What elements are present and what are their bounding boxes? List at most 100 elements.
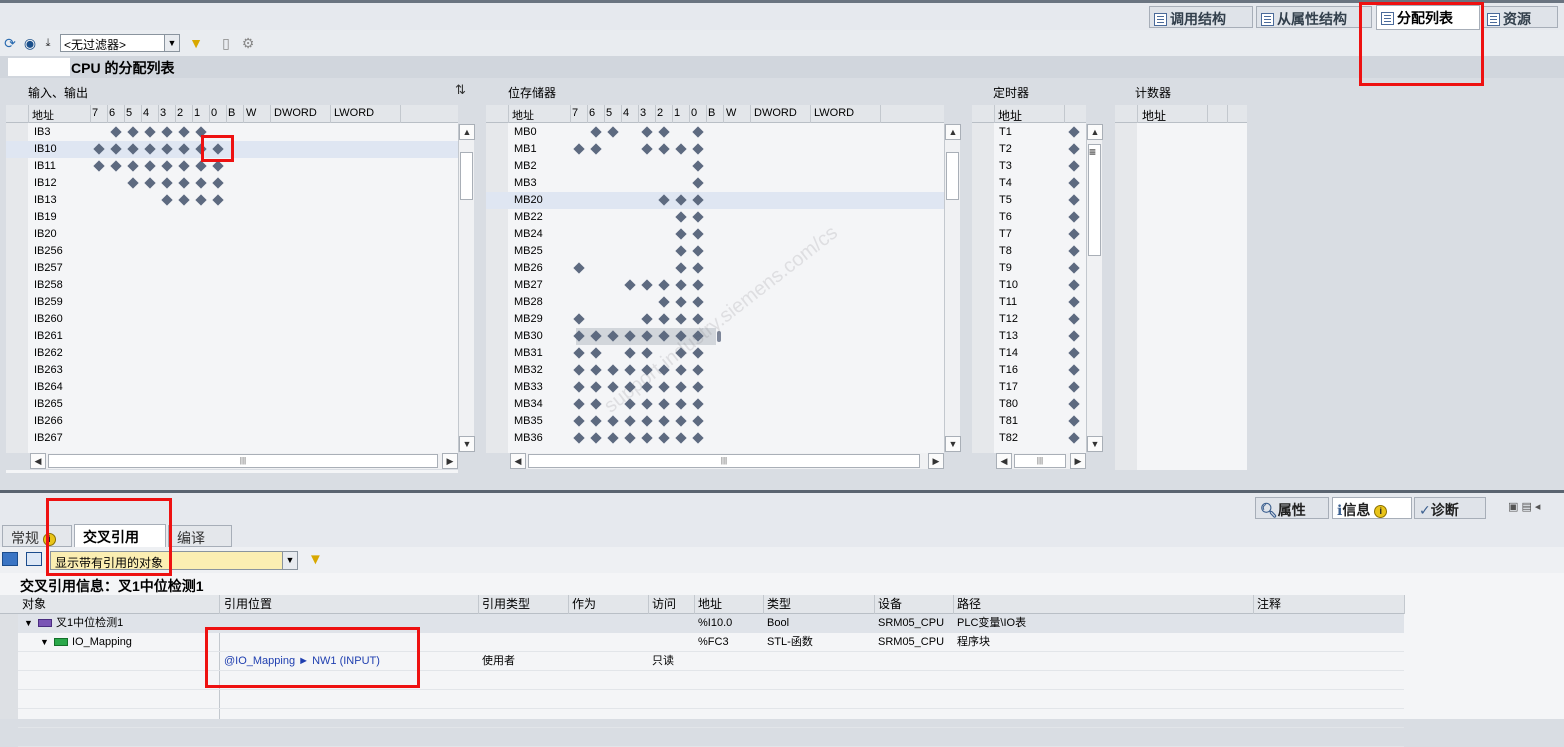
timer-assigned-icon[interactable] (1068, 296, 1080, 308)
bit-assigned-icon[interactable] (675, 381, 687, 393)
bit-assigned-icon[interactable] (692, 245, 704, 257)
scroll-thumb[interactable]: ||| (1014, 454, 1066, 468)
bit-assigned-icon[interactable] (195, 160, 207, 172)
timer-assigned-icon[interactable] (1068, 177, 1080, 189)
bit-assigned-icon[interactable] (110, 143, 122, 155)
bit-assigned-icon[interactable] (590, 381, 602, 393)
tab-info[interactable]: ℹ︎信息 i (1332, 497, 1412, 519)
bit-assigned-icon[interactable] (675, 228, 687, 240)
table-row[interactable]: IB13 (6, 192, 458, 209)
bit-assigned-icon[interactable] (212, 160, 224, 172)
table-row[interactable]: MB36 (486, 430, 944, 447)
bit-assigned-icon[interactable] (195, 177, 207, 189)
filter-icon[interactable]: ▼ (188, 35, 204, 51)
bit-assigned-icon[interactable] (178, 143, 190, 155)
bit-assigned-icon[interactable] (675, 432, 687, 444)
bit-assigned-icon[interactable] (144, 143, 156, 155)
bit-assigned-icon[interactable] (675, 279, 687, 291)
bit-assigned-icon[interactable] (178, 160, 190, 172)
scroll-right-icon[interactable]: ▶ (1070, 453, 1086, 469)
tab-dependency-structure[interactable]: 从属性结构 (1256, 6, 1372, 28)
chevron-down-icon[interactable]: ▼ (164, 35, 179, 51)
bit-assigned-icon[interactable] (127, 160, 139, 172)
timers-vertical-scrollbar[interactable]: ▲ ≡ ▼ (1086, 124, 1103, 452)
timer-assigned-icon[interactable] (1068, 194, 1080, 206)
table-row[interactable]: T9 (972, 260, 1086, 277)
timer-assigned-icon[interactable] (1068, 347, 1080, 359)
table-row[interactable]: T7 (972, 226, 1086, 243)
table-row[interactable]: MB20 (486, 192, 944, 209)
bit-assigned-icon[interactable] (658, 432, 670, 444)
bit-assigned-icon[interactable] (692, 177, 704, 189)
table-row[interactable]: MB32 (486, 362, 944, 379)
expand-all-icon[interactable] (2, 552, 18, 566)
tab-compile[interactable]: 编译 (168, 525, 232, 547)
timer-assigned-icon[interactable] (1068, 143, 1080, 155)
table-row[interactable]: T17 (972, 379, 1086, 396)
scroll-thumb[interactable]: ||| (528, 454, 920, 468)
scroll-left-icon[interactable]: ◀ (510, 453, 526, 469)
timer-assigned-icon[interactable] (1068, 245, 1080, 257)
bit-assigned-icon[interactable] (675, 194, 687, 206)
bit-assigned-icon[interactable] (93, 160, 105, 172)
table-row[interactable]: IB19 (6, 209, 458, 226)
table-row[interactable]: MB3 (486, 175, 944, 192)
bit-assigned-icon[interactable] (93, 143, 105, 155)
table-row[interactable]: MB26 (486, 260, 944, 277)
scroll-right-icon[interactable]: ▶ (442, 453, 458, 469)
timer-assigned-icon[interactable] (1068, 432, 1080, 444)
table-row[interactable]: MB1 (486, 141, 944, 158)
table-row[interactable]: IB257 (6, 260, 458, 277)
table-row[interactable]: IB260 (6, 311, 458, 328)
table-row[interactable]: T4 (972, 175, 1086, 192)
bit-assigned-icon[interactable] (161, 143, 173, 155)
bit-assigned-icon[interactable] (573, 415, 585, 427)
table-row[interactable]: MB24 (486, 226, 944, 243)
bit-assigned-icon[interactable] (641, 126, 653, 138)
bit-assigned-icon[interactable] (658, 313, 670, 325)
bit-assigned-icon[interactable] (161, 194, 173, 206)
bit-assigned-icon[interactable] (658, 279, 670, 291)
tab-diagnostics[interactable]: ✓诊断 (1414, 497, 1486, 519)
scroll-thumb[interactable] (946, 152, 959, 200)
timer-assigned-icon[interactable] (1068, 279, 1080, 291)
bit-assigned-icon[interactable] (658, 415, 670, 427)
table-row[interactable]: T3 (972, 158, 1086, 175)
table-row[interactable]: IB266 (6, 413, 458, 430)
table-row[interactable]: MB34 (486, 396, 944, 413)
table-row[interactable]: T82 (972, 430, 1086, 447)
bit-assigned-icon[interactable] (692, 381, 704, 393)
bit-assigned-icon[interactable] (675, 245, 687, 257)
collapse-all-icon[interactable] (26, 552, 42, 566)
clipboard-icon[interactable]: ▯ (218, 35, 234, 51)
timer-assigned-icon[interactable] (1068, 262, 1080, 274)
bit-assigned-icon[interactable] (658, 398, 670, 410)
bit-assigned-icon[interactable] (641, 432, 653, 444)
table-row[interactable]: MB35 (486, 413, 944, 430)
bit-assigned-icon[interactable] (692, 262, 704, 274)
bit-assigned-icon[interactable] (624, 347, 636, 359)
timer-assigned-icon[interactable] (1068, 160, 1080, 172)
timer-assigned-icon[interactable] (1068, 364, 1080, 376)
bit-assigned-icon[interactable] (590, 432, 602, 444)
table-row[interactable]: MB33 (486, 379, 944, 396)
bit-assigned-icon[interactable] (658, 143, 670, 155)
table-row[interactable]: T5 (972, 192, 1086, 209)
tab-properties[interactable]: 🔍︎属性 (1255, 497, 1329, 519)
bit-assigned-icon[interactable] (641, 415, 653, 427)
scroll-down-icon[interactable]: ▼ (1087, 436, 1103, 452)
bit-assigned-icon[interactable] (590, 330, 602, 342)
timer-assigned-icon[interactable] (1068, 126, 1080, 138)
bit-assigned-icon[interactable] (607, 330, 619, 342)
table-row[interactable]: IB263 (6, 362, 458, 379)
timer-assigned-icon[interactable] (1068, 415, 1080, 427)
view-icon[interactable]: ◉ (22, 35, 38, 51)
timer-assigned-icon[interactable] (1068, 228, 1080, 240)
bit-assigned-icon[interactable] (641, 347, 653, 359)
scroll-down-icon[interactable]: ▼ (945, 436, 961, 452)
bit-assigned-icon[interactable] (178, 194, 190, 206)
bit-assigned-icon[interactable] (624, 432, 636, 444)
bit-assigned-icon[interactable] (692, 432, 704, 444)
bit-assigned-icon[interactable] (212, 194, 224, 206)
bit-assigned-icon[interactable] (641, 143, 653, 155)
